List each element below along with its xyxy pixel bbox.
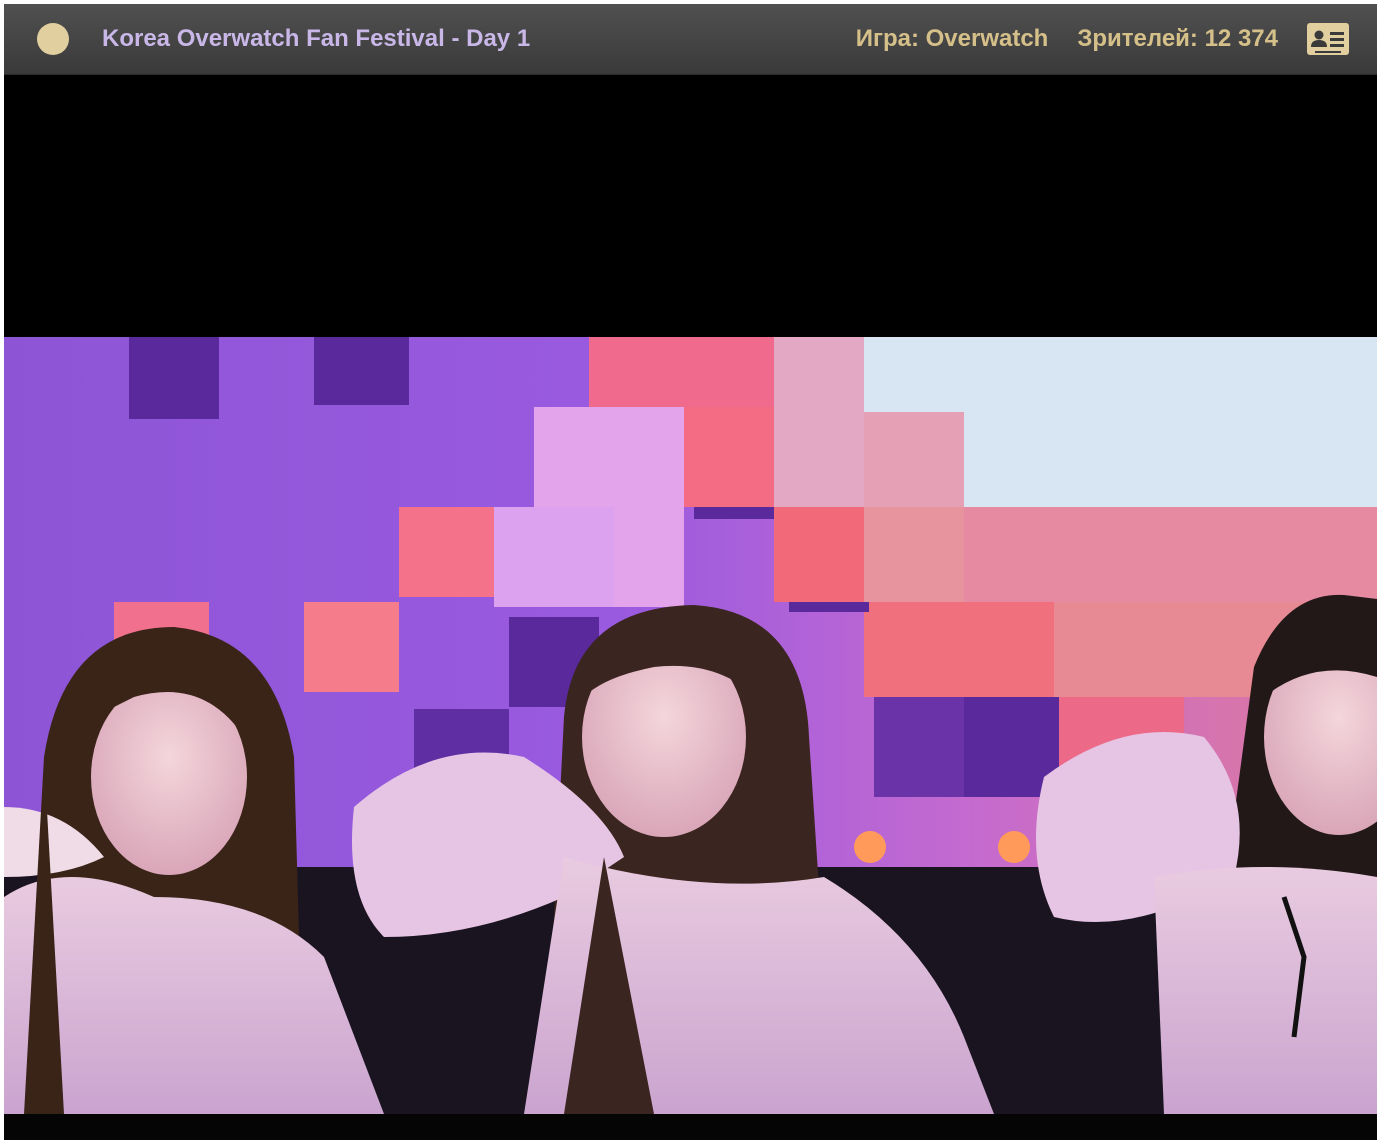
status-dot-icon — [37, 23, 69, 55]
concert-scene-image — [4, 337, 1377, 1114]
profile-card-button[interactable] — [1307, 23, 1349, 55]
page: Korea Overwatch Fan Festival - Day 1 Игр… — [0, 0, 1390, 1140]
video-bottom-bar — [4, 1114, 1377, 1140]
game-label[interactable]: Игра: Overwatch — [856, 25, 1049, 53]
stream-header: Korea Overwatch Fan Festival - Day 1 Игр… — [4, 4, 1377, 75]
video-frame — [4, 337, 1377, 1114]
video-area[interactable] — [4, 76, 1377, 1140]
profile-card-icon — [1311, 30, 1344, 53]
stream-title[interactable]: Korea Overwatch Fan Festival - Day 1 — [102, 25, 530, 53]
stream-player: Korea Overwatch Fan Festival - Day 1 Игр… — [4, 4, 1377, 1140]
viewer-count: Зрителей: 12 374 — [1077, 25, 1278, 52]
